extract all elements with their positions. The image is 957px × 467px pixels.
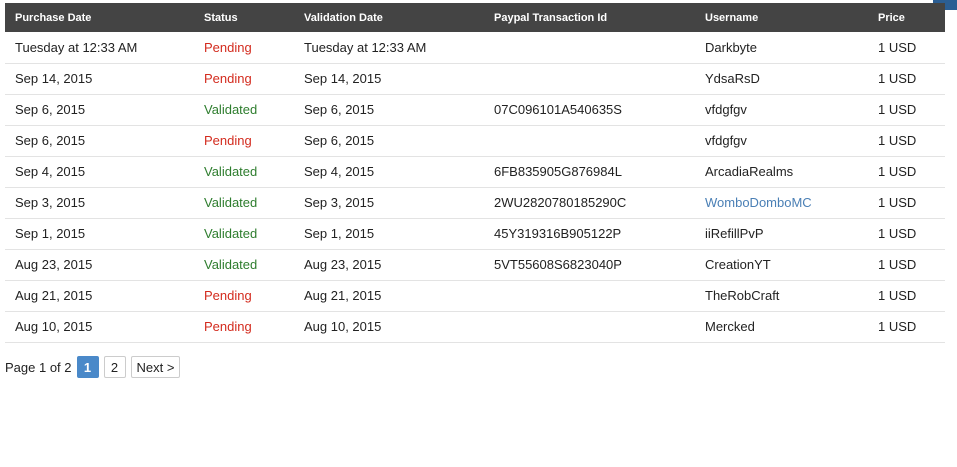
- cell-username: vfdgfgv: [705, 102, 747, 117]
- cell-purchase-date: Sep 3, 2015: [15, 195, 86, 210]
- cell-paypal-transaction-id: [484, 311, 695, 342]
- cell-status: Pending: [204, 133, 252, 148]
- cell-validation-date: Sep 14, 2015: [304, 71, 382, 86]
- cell-price: 1 USD: [878, 195, 917, 210]
- cell-purchase-date: Tuesday at 12:33 AM: [15, 39, 138, 55]
- cell-paypal-transaction-id: 45Y319316B905122P: [494, 226, 622, 241]
- page-button-1[interactable]: 1: [76, 356, 99, 378]
- table-row[interactable]: Tuesday at 12:33 AM Pending Tuesday at 12:…: [5, 32, 945, 63]
- table-header-row: Purchase Date Status Validation Date Pay…: [5, 3, 945, 32]
- cell-status: Pending: [204, 288, 252, 303]
- header-status[interactable]: Status: [194, 3, 294, 32]
- cell-username: vfdgfgv: [705, 133, 747, 148]
- cell-purchase-date: Sep 6, 2015: [15, 133, 86, 148]
- cell-purchase-date: Aug 10, 2015: [15, 319, 93, 334]
- cell-paypal-transaction-id: 6FB835905G876984L: [494, 164, 622, 179]
- cell-price: 1 USD: [878, 39, 917, 55]
- cell-username: Darkbyte: [705, 39, 758, 55]
- cell-paypal-transaction-id: [484, 280, 695, 311]
- cell-price: 1 USD: [878, 133, 917, 148]
- cell-validation-date: Aug 23, 2015: [304, 257, 382, 272]
- table-row[interactable]: Aug 23, 2015 Validated Aug 23, 2015 5VT5560…: [5, 249, 945, 280]
- cell-status: Validated: [204, 226, 258, 241]
- purchases-table: Purchase Date Status Validation Date Pay…: [5, 3, 945, 343]
- cell-price: 1 USD: [878, 257, 917, 272]
- header-paypal-transaction-id[interactable]: Paypal Transaction Id: [484, 3, 695, 32]
- cell-username: ArcadiaRealms: [705, 164, 794, 179]
- cell-paypal-transaction-id: 2WU2820780185290C: [494, 195, 627, 210]
- cell-paypal-transaction-id: 07C096101A540635S: [494, 102, 622, 117]
- cell-paypal-transaction-id: [484, 32, 695, 63]
- header-username[interactable]: Username: [695, 3, 868, 32]
- cell-validation-date: Sep 6, 2015: [304, 102, 375, 117]
- cell-username: Mercked: [705, 319, 755, 334]
- cell-status: Validated: [204, 257, 258, 272]
- header-price[interactable]: Price: [868, 3, 945, 32]
- username-link[interactable]: WomboDomboMC: [695, 187, 868, 218]
- cell-username: iiRefillPvP: [705, 226, 764, 241]
- table-row[interactable]: Aug 10, 2015 Pending Aug 10, 2015 Mercked 1 …: [5, 311, 945, 342]
- cell-status: Pending: [204, 319, 252, 334]
- table-row[interactable]: Sep 1, 2015 Validated Sep 1, 2015 45Y319316…: [5, 218, 945, 249]
- page-info: Page 1 of 2: [5, 359, 72, 375]
- header-purchase-date[interactable]: Purchase Date: [5, 3, 194, 32]
- cell-price: 1 USD: [878, 288, 917, 303]
- cell-validation-date: Sep 1, 2015: [304, 226, 375, 241]
- cell-paypal-transaction-id: [484, 63, 695, 94]
- cell-username: YdsaRsD: [705, 71, 760, 86]
- next-page-button[interactable]: Next >: [130, 356, 181, 378]
- cell-price: 1 USD: [878, 102, 917, 117]
- cell-validation-date: Aug 21, 2015: [304, 288, 382, 303]
- cell-validation-date: Sep 6, 2015: [304, 133, 375, 148]
- cell-purchase-date: Sep 1, 2015: [15, 226, 86, 241]
- cell-username: CreationYT: [705, 257, 771, 272]
- table-row[interactable]: Sep 6, 2015 Pending Sep 6, 2015 vfdgfgv 1 US…: [5, 125, 945, 156]
- table-row[interactable]: Sep 4, 2015 Validated Sep 4, 2015 6FB835905…: [5, 156, 945, 187]
- purchases-page: Purchase Date Status Validation Date Pay…: [0, 0, 957, 467]
- cell-status: Pending: [204, 71, 252, 86]
- cell-status: Validated: [204, 164, 258, 179]
- cell-paypal-transaction-id: [484, 125, 695, 156]
- cell-validation-date: Sep 3, 2015: [304, 195, 375, 210]
- cell-status: Pending: [204, 39, 252, 55]
- cell-status: Validated: [204, 195, 258, 210]
- cell-validation-date: Sep 4, 2015: [304, 164, 375, 179]
- cell-price: 1 USD: [878, 71, 917, 86]
- pagination: Page 1 of 2 1 2 Next >: [5, 355, 185, 379]
- cell-price: 1 USD: [878, 164, 917, 179]
- page-button-2[interactable]: 2: [103, 356, 126, 378]
- cell-purchase-date: Aug 23, 2015: [15, 257, 93, 272]
- table-row[interactable]: Sep 14, 2015 Pending Sep 14, 2015 YdsaRsD 1 …: [5, 63, 945, 94]
- cell-status: Validated: [204, 102, 258, 117]
- cell-price: 1 USD: [878, 226, 917, 241]
- table-row[interactable]: Sep 3, 2015 Validated Sep 3, 2015 2WU282078…: [5, 187, 945, 218]
- table-row[interactable]: Aug 21, 2015 Pending Aug 21, 2015 TheRobCra…: [5, 280, 945, 311]
- cell-paypal-transaction-id: 5VT55608S6823040P: [494, 257, 622, 272]
- cell-purchase-date: Sep 6, 2015: [15, 102, 86, 117]
- cell-username: TheRobCraft: [705, 288, 780, 303]
- table-row[interactable]: Sep 6, 2015 Validated Sep 6, 2015 07C096101…: [5, 94, 945, 125]
- cell-purchase-date: Sep 4, 2015: [15, 164, 86, 179]
- cell-purchase-date: Aug 21, 2015: [15, 288, 93, 303]
- cell-validation-date: Aug 10, 2015: [304, 319, 382, 334]
- cell-price: 1 USD: [878, 319, 917, 334]
- cell-validation-date: Tuesday at 12:33 AM: [304, 39, 427, 55]
- header-validation-date[interactable]: Validation Date: [294, 3, 484, 32]
- cell-purchase-date: Sep 14, 2015: [15, 71, 93, 86]
